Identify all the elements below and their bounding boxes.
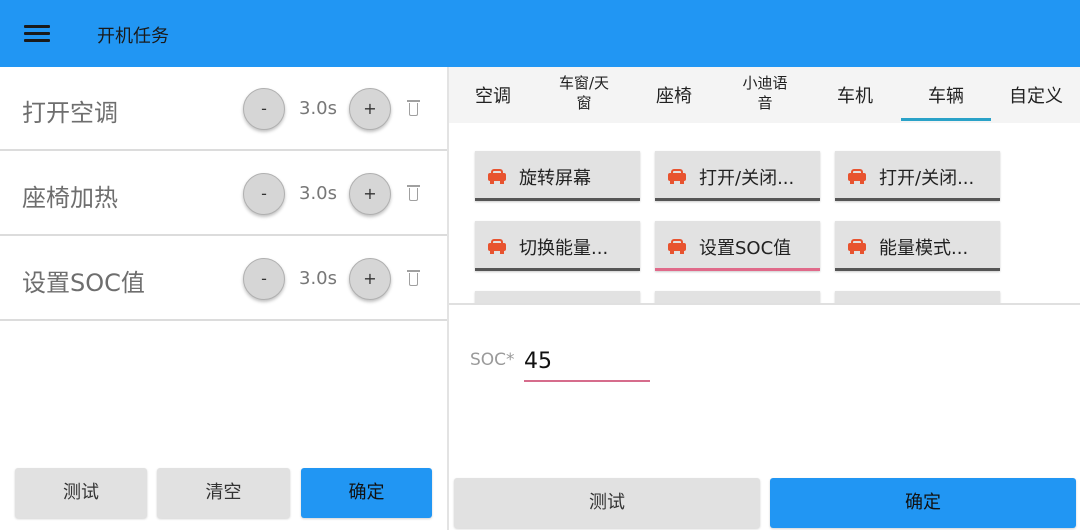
task-row: 打开空调 - 3.0s + (0, 67, 447, 151)
confirm-button[interactable]: 确定 (770, 478, 1076, 528)
selected-tab-indicator (901, 118, 991, 121)
car-icon (488, 169, 506, 184)
task-label: 设置SOC值 (22, 269, 145, 297)
test-button[interactable]: 测试 (15, 468, 147, 518)
task-row: 设置SOC值 - 3.0s + (0, 237, 447, 321)
action-chip-label: 打开/关闭... (879, 168, 975, 189)
soc-field-label: SOC* (470, 350, 515, 370)
task-label: 座椅加热 (22, 184, 118, 212)
action-grid[interactable]: 旋转屏幕 打开/关闭... 打开/关闭... 切换能量... 设置SOC值 能量… (449, 123, 1080, 305)
increase-duration-button[interactable]: + (349, 258, 391, 300)
action-chip-label: 切换能量... (519, 238, 609, 259)
action-chip-label: 能量模式... (879, 238, 969, 259)
car-icon (668, 239, 686, 254)
tab-seat[interactable]: 座椅 (631, 67, 717, 123)
tab-label-line: 车窗/天 (558, 74, 610, 92)
tab-label: 座椅 (656, 86, 692, 107)
task-label: 打开空调 (22, 99, 118, 127)
tab-custom[interactable]: 自定义 (993, 67, 1079, 123)
app-bar: 开机任务 (0, 0, 1080, 67)
decrease-duration-button[interactable]: - (243, 88, 285, 130)
category-tabs: 空调 车窗/天窗 座椅 小迪语音 车机 车辆 自定义 (449, 67, 1080, 123)
decrease-duration-button[interactable]: - (243, 258, 285, 300)
tab-vehicle[interactable]: 车辆 (901, 67, 991, 123)
tab-label: 车窗/天窗 (541, 73, 627, 113)
action-chip-selected[interactable]: 设置SOC值 (655, 221, 820, 271)
confirm-button[interactable]: 确定 (301, 468, 432, 518)
action-chip-partial[interactable] (475, 291, 640, 303)
tab-label-line: 窗 (576, 94, 592, 112)
tab-label: 小迪语音 (721, 73, 809, 113)
tab-voice-assistant[interactable]: 小迪语音 (721, 67, 809, 123)
increase-duration-button[interactable]: + (349, 88, 391, 130)
task-duration: 3.0s (299, 268, 338, 289)
trash-icon[interactable] (407, 270, 420, 286)
task-duration: 3.0s (299, 98, 338, 119)
tab-label: 车辆 (928, 86, 964, 107)
action-chip[interactable]: 切换能量... (475, 221, 640, 271)
soc-input[interactable] (524, 342, 650, 382)
menu-icon[interactable] (24, 22, 52, 44)
task-list-pane: 打开空调 - 3.0s + 座椅加热 - 3.0s + 设置SOC值 - 3.0… (0, 67, 447, 530)
increase-duration-button[interactable]: + (349, 173, 391, 215)
trash-icon[interactable] (407, 185, 420, 201)
action-chip-label: 打开/关闭... (699, 168, 795, 189)
trash-icon[interactable] (407, 100, 420, 116)
tab-air-conditioning[interactable]: 空调 (449, 67, 537, 123)
car-icon (848, 169, 866, 184)
action-chip[interactable]: 能量模式... (835, 221, 1000, 271)
tab-label-line: 音 (757, 94, 773, 112)
action-chip[interactable]: 打开/关闭... (655, 151, 820, 201)
tab-label: 自定义 (1009, 86, 1063, 107)
tab-window-sunroof[interactable]: 车窗/天窗 (541, 67, 627, 123)
action-chip-partial[interactable] (655, 291, 820, 303)
tab-label-line: 小迪语 (742, 74, 788, 92)
action-chip[interactable]: 打开/关闭... (835, 151, 1000, 201)
task-duration: 3.0s (299, 183, 338, 204)
action-chip[interactable]: 旋转屏幕 (475, 151, 640, 201)
task-row: 座椅加热 - 3.0s + (0, 152, 447, 236)
tab-head-unit[interactable]: 车机 (811, 67, 899, 123)
action-chip-label: 旋转屏幕 (519, 168, 591, 189)
tab-label: 空调 (475, 86, 511, 107)
test-button[interactable]: 测试 (454, 478, 760, 528)
page-title: 开机任务 (97, 26, 169, 47)
car-icon (668, 169, 686, 184)
action-chip-label: 设置SOC值 (699, 238, 792, 259)
tab-label: 车机 (837, 86, 873, 107)
clear-button[interactable]: 清空 (157, 468, 290, 518)
car-icon (488, 239, 506, 254)
decrease-duration-button[interactable]: - (243, 173, 285, 215)
car-icon (848, 239, 866, 254)
action-chip-partial[interactable] (835, 291, 1000, 303)
